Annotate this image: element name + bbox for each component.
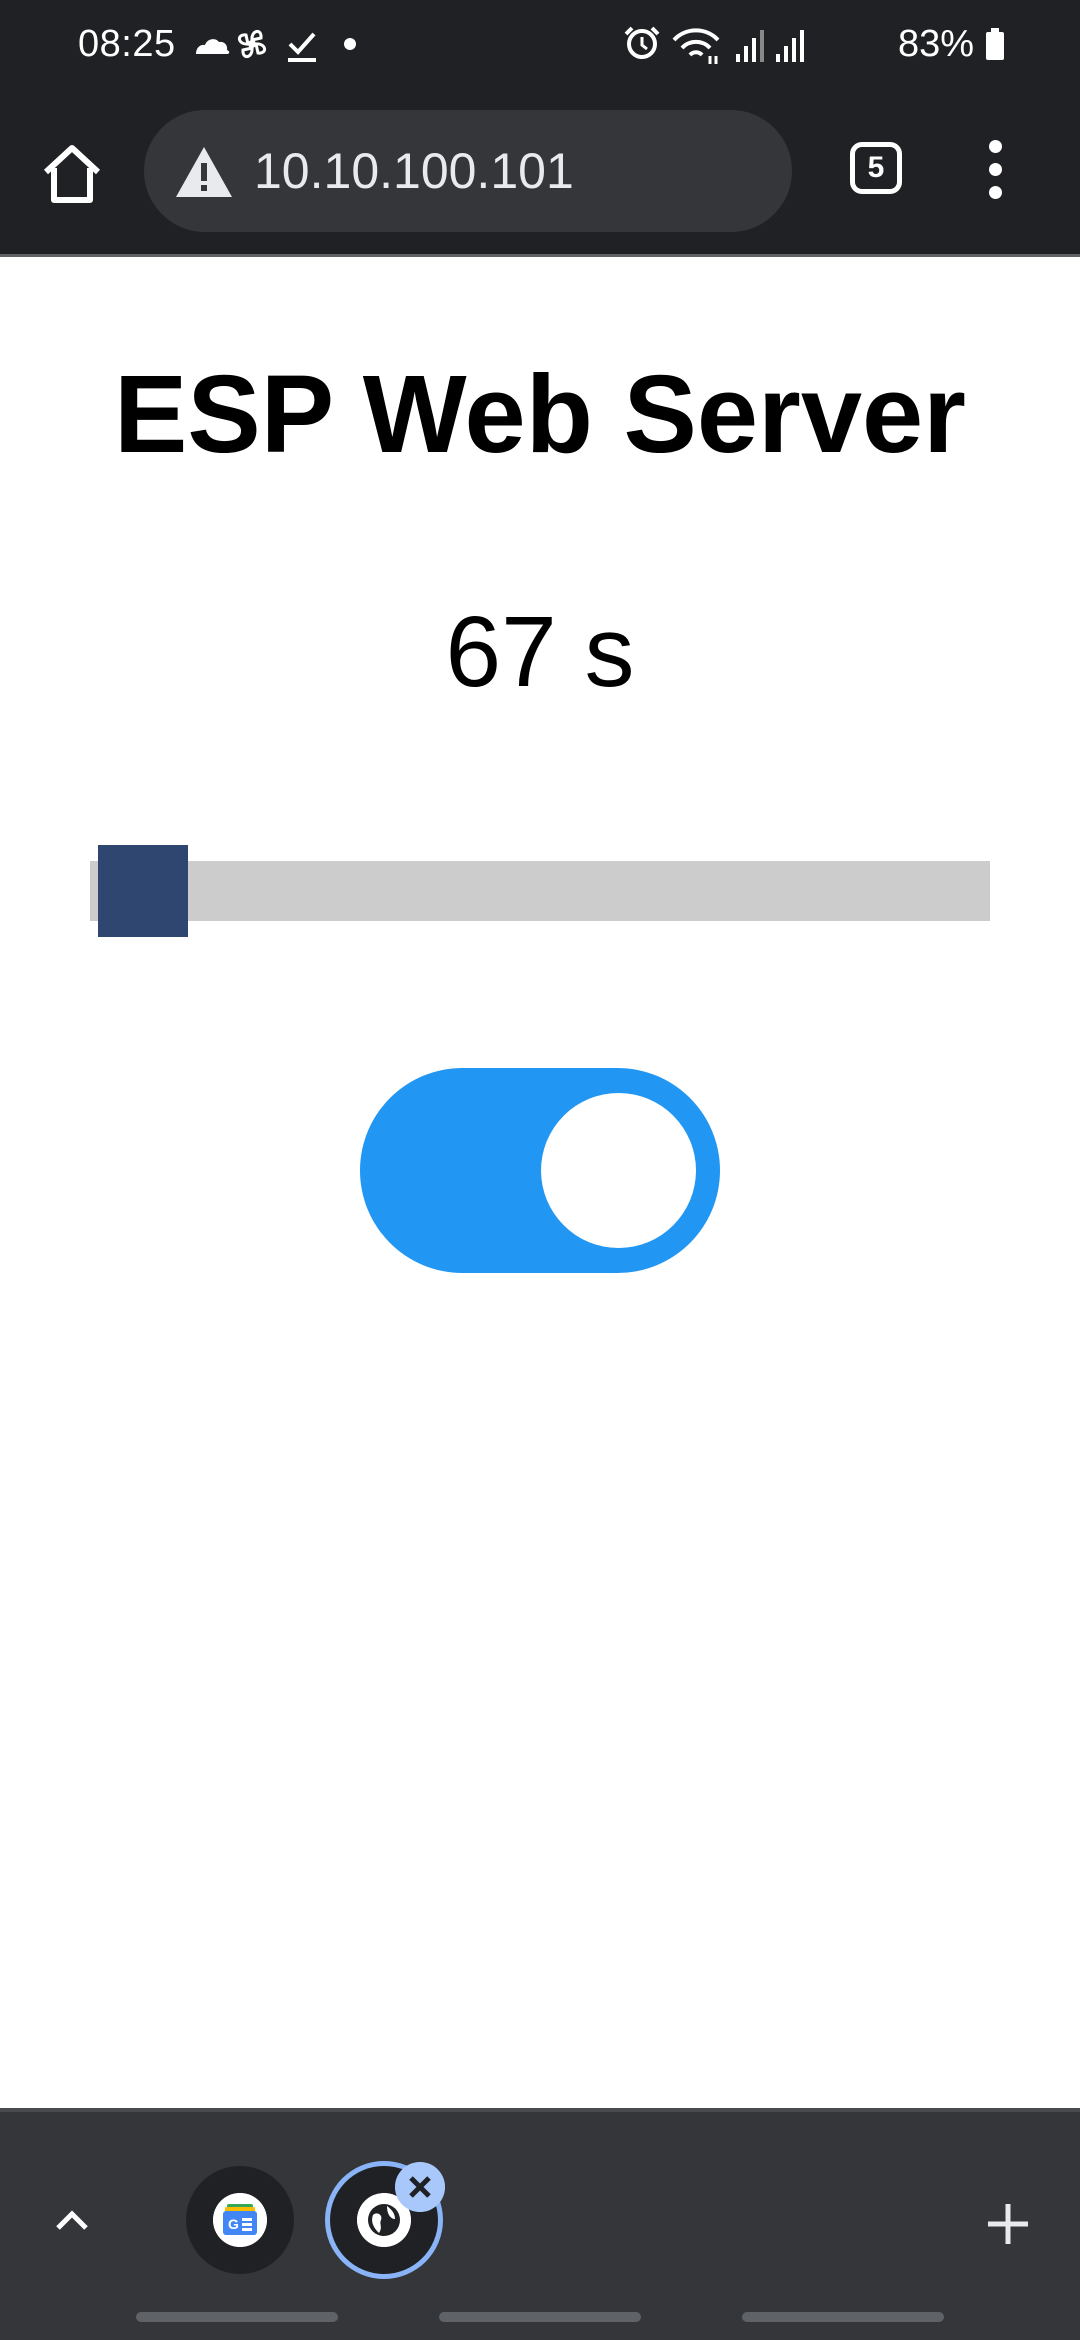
home-icon[interactable] <box>40 142 104 206</box>
toggle-switch[interactable] <box>360 1068 720 1273</box>
toolbar-divider <box>0 254 1080 257</box>
alarm-icon <box>624 26 660 59</box>
google-news-icon: G <box>213 2193 267 2247</box>
nav-handle-right[interactable] <box>742 2312 944 2322</box>
signal-icon <box>776 30 804 62</box>
tab-google-news[interactable]: G <box>186 2166 294 2274</box>
more-vert-icon[interactable] <box>980 138 1012 202</box>
url-text[interactable]: 10.10.100.101 <box>254 110 574 232</box>
checkmark-icon <box>288 32 316 62</box>
slider-thumb[interactable] <box>98 845 188 937</box>
address-bar[interactable]: 10.10.100.101 <box>144 110 792 232</box>
warning-icon[interactable] <box>174 145 234 199</box>
chevron-up-icon[interactable] <box>52 2200 92 2240</box>
system-nav-bar <box>0 2296 1080 2340</box>
battery-percentage: 83% <box>897 23 974 65</box>
slider-track[interactable] <box>90 861 990 921</box>
status-system-icons <box>624 26 804 64</box>
status-notification-icons <box>196 30 356 62</box>
nav-handle-center[interactable] <box>439 2312 641 2322</box>
battery-icon <box>986 28 1004 60</box>
pinwheel-icon <box>238 30 266 58</box>
status-bar: 08:25 83% <box>0 0 1080 92</box>
tab-switcher-button[interactable]: 5 <box>850 142 902 194</box>
tab-strip-divider <box>0 2108 1080 2112</box>
nav-handle-left[interactable] <box>136 2312 338 2322</box>
svg-text:G: G <box>228 2216 239 2232</box>
timer-value: 67 s <box>445 596 635 708</box>
wifi-icon <box>672 28 720 64</box>
plus-icon[interactable] <box>984 2200 1032 2248</box>
signal-icon <box>736 30 764 62</box>
screen: 08:25 83% 10.10.100.101 5 ESP Web Server… <box>0 0 1080 2340</box>
cloud-icon <box>196 39 230 54</box>
dot-icon <box>344 38 356 50</box>
page-title: ESP Web Server <box>114 353 966 476</box>
toggle-knob <box>541 1093 696 1248</box>
close-icon[interactable] <box>395 2162 445 2212</box>
status-time: 08:25 <box>78 23 176 65</box>
browser-toolbar: 10.10.100.101 5 <box>0 92 1080 254</box>
